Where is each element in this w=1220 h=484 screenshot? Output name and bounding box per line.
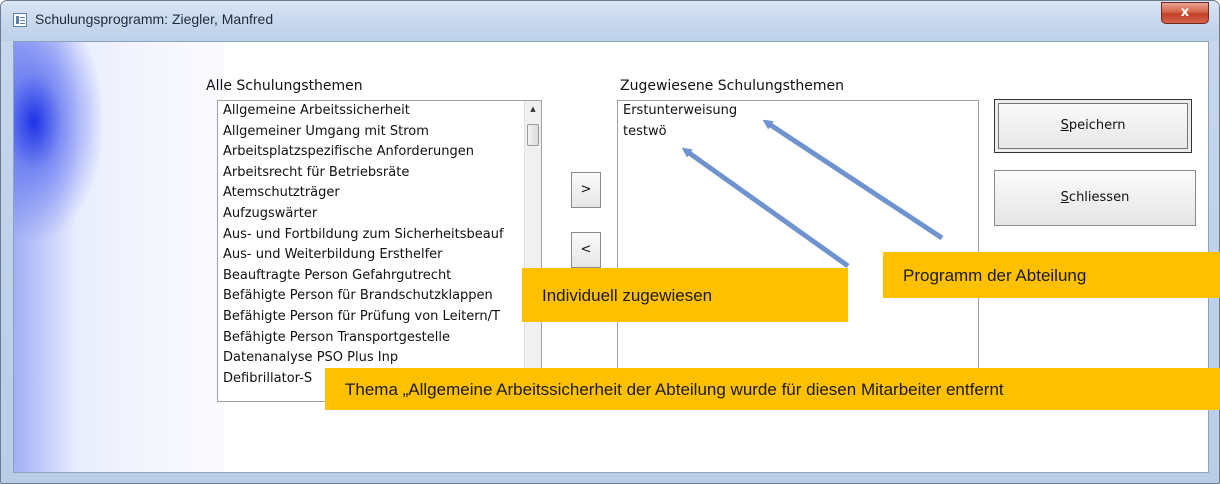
removed-topic-callout: Thema „Allgemeine Arbeitssicherheit der … xyxy=(325,368,1220,410)
department-arrow xyxy=(762,119,944,241)
annotation-arrows xyxy=(681,119,944,269)
department-callout: Programm der Abteilung xyxy=(883,252,1220,298)
individual-callout: Individuell zugewiesen xyxy=(522,268,848,322)
individual-arrow xyxy=(681,147,850,269)
